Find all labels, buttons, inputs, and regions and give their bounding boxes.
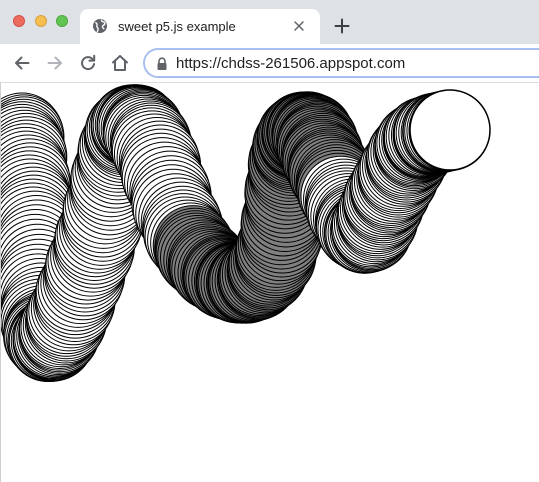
page-content [0,83,539,482]
address-bar[interactable]: https://chdss-261506.appspot.com [143,48,539,78]
reload-icon[interactable] [78,53,98,73]
globe-icon [93,19,107,33]
url-text: https://chdss-261506.appspot.com [176,55,406,72]
navigation-toolbar: https://chdss-261506.appspot.com [0,44,539,83]
arrow-right-icon[interactable] [45,53,65,73]
tab-title: sweet p5.js example [118,19,236,34]
arrow-left-icon[interactable] [12,53,32,73]
close-tab-icon[interactable] [293,20,305,32]
cursor-circle [409,89,491,171]
plus-icon[interactable] [334,18,350,34]
close-window-button[interactable] [13,15,25,27]
home-icon[interactable] [110,53,130,73]
p5-sketch-canvas[interactable] [0,83,539,482]
tab-active[interactable]: sweet p5.js example [80,9,320,44]
browser-window: sweet p5.js example https://chdss-261506… [0,0,539,482]
page-left-border [0,83,1,482]
tab-strip: sweet p5.js example [0,0,539,44]
lock-icon [157,57,167,70]
zoom-window-button[interactable] [56,15,68,27]
minimize-window-button[interactable] [35,15,47,27]
